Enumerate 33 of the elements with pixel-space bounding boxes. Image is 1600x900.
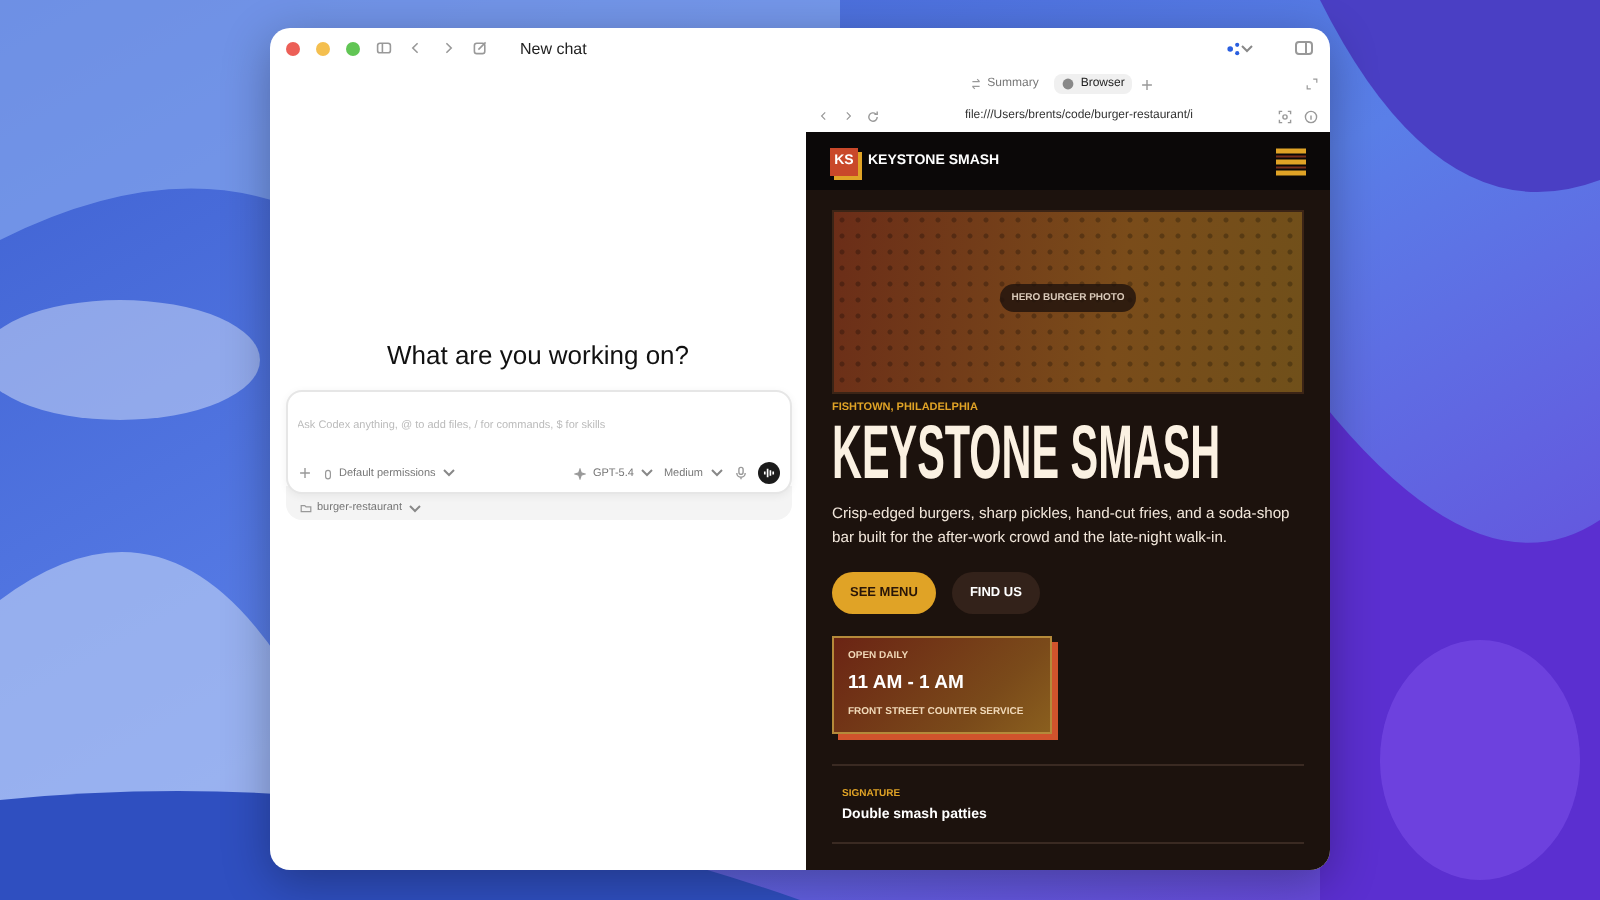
add-icon[interactable] — [297, 466, 311, 480]
chevron-icon — [408, 503, 422, 513]
add-tab-icon[interactable] — [1140, 77, 1155, 91]
sidebar-icon[interactable] — [376, 40, 392, 56]
chevron-icon — [1240, 43, 1254, 53]
folder-icon — [299, 502, 311, 514]
minimize-button[interactable] — [316, 41, 330, 55]
hours-time: 11 AM - 1 AM — [848, 671, 966, 694]
info-icon[interactable] — [1304, 109, 1318, 123]
menu-icon[interactable] — [1276, 147, 1306, 175]
forward-icon[interactable] — [842, 110, 854, 122]
expand-icon[interactable] — [1306, 78, 1318, 90]
compose-icon[interactable] — [472, 40, 488, 56]
chevron-icon — [441, 468, 456, 478]
waveform-icon — [761, 466, 775, 480]
chevron-icon — [639, 468, 654, 478]
forward-icon[interactable] — [440, 40, 456, 56]
swap-icon — [969, 78, 982, 90]
maximize-button[interactable] — [346, 41, 360, 55]
share-button[interactable] — [1226, 41, 1254, 55]
close-button[interactable] — [286, 41, 300, 55]
voice-button[interactable] — [757, 462, 779, 484]
panel-toggle-icon[interactable] — [1294, 38, 1314, 58]
chevron-icon — [709, 468, 723, 478]
screenshot-icon[interactable] — [1278, 109, 1292, 123]
window-title: New chat — [520, 39, 587, 57]
back-icon[interactable] — [818, 110, 830, 122]
microphone-icon[interactable] — [733, 466, 747, 480]
back-icon[interactable] — [408, 40, 424, 56]
chat-heading: What are you working on? — [386, 340, 690, 370]
sparkle-icon — [574, 467, 587, 479]
hero-title: KEYSTONE SMASH — [832, 416, 1221, 492]
reload-icon[interactable] — [866, 109, 880, 123]
